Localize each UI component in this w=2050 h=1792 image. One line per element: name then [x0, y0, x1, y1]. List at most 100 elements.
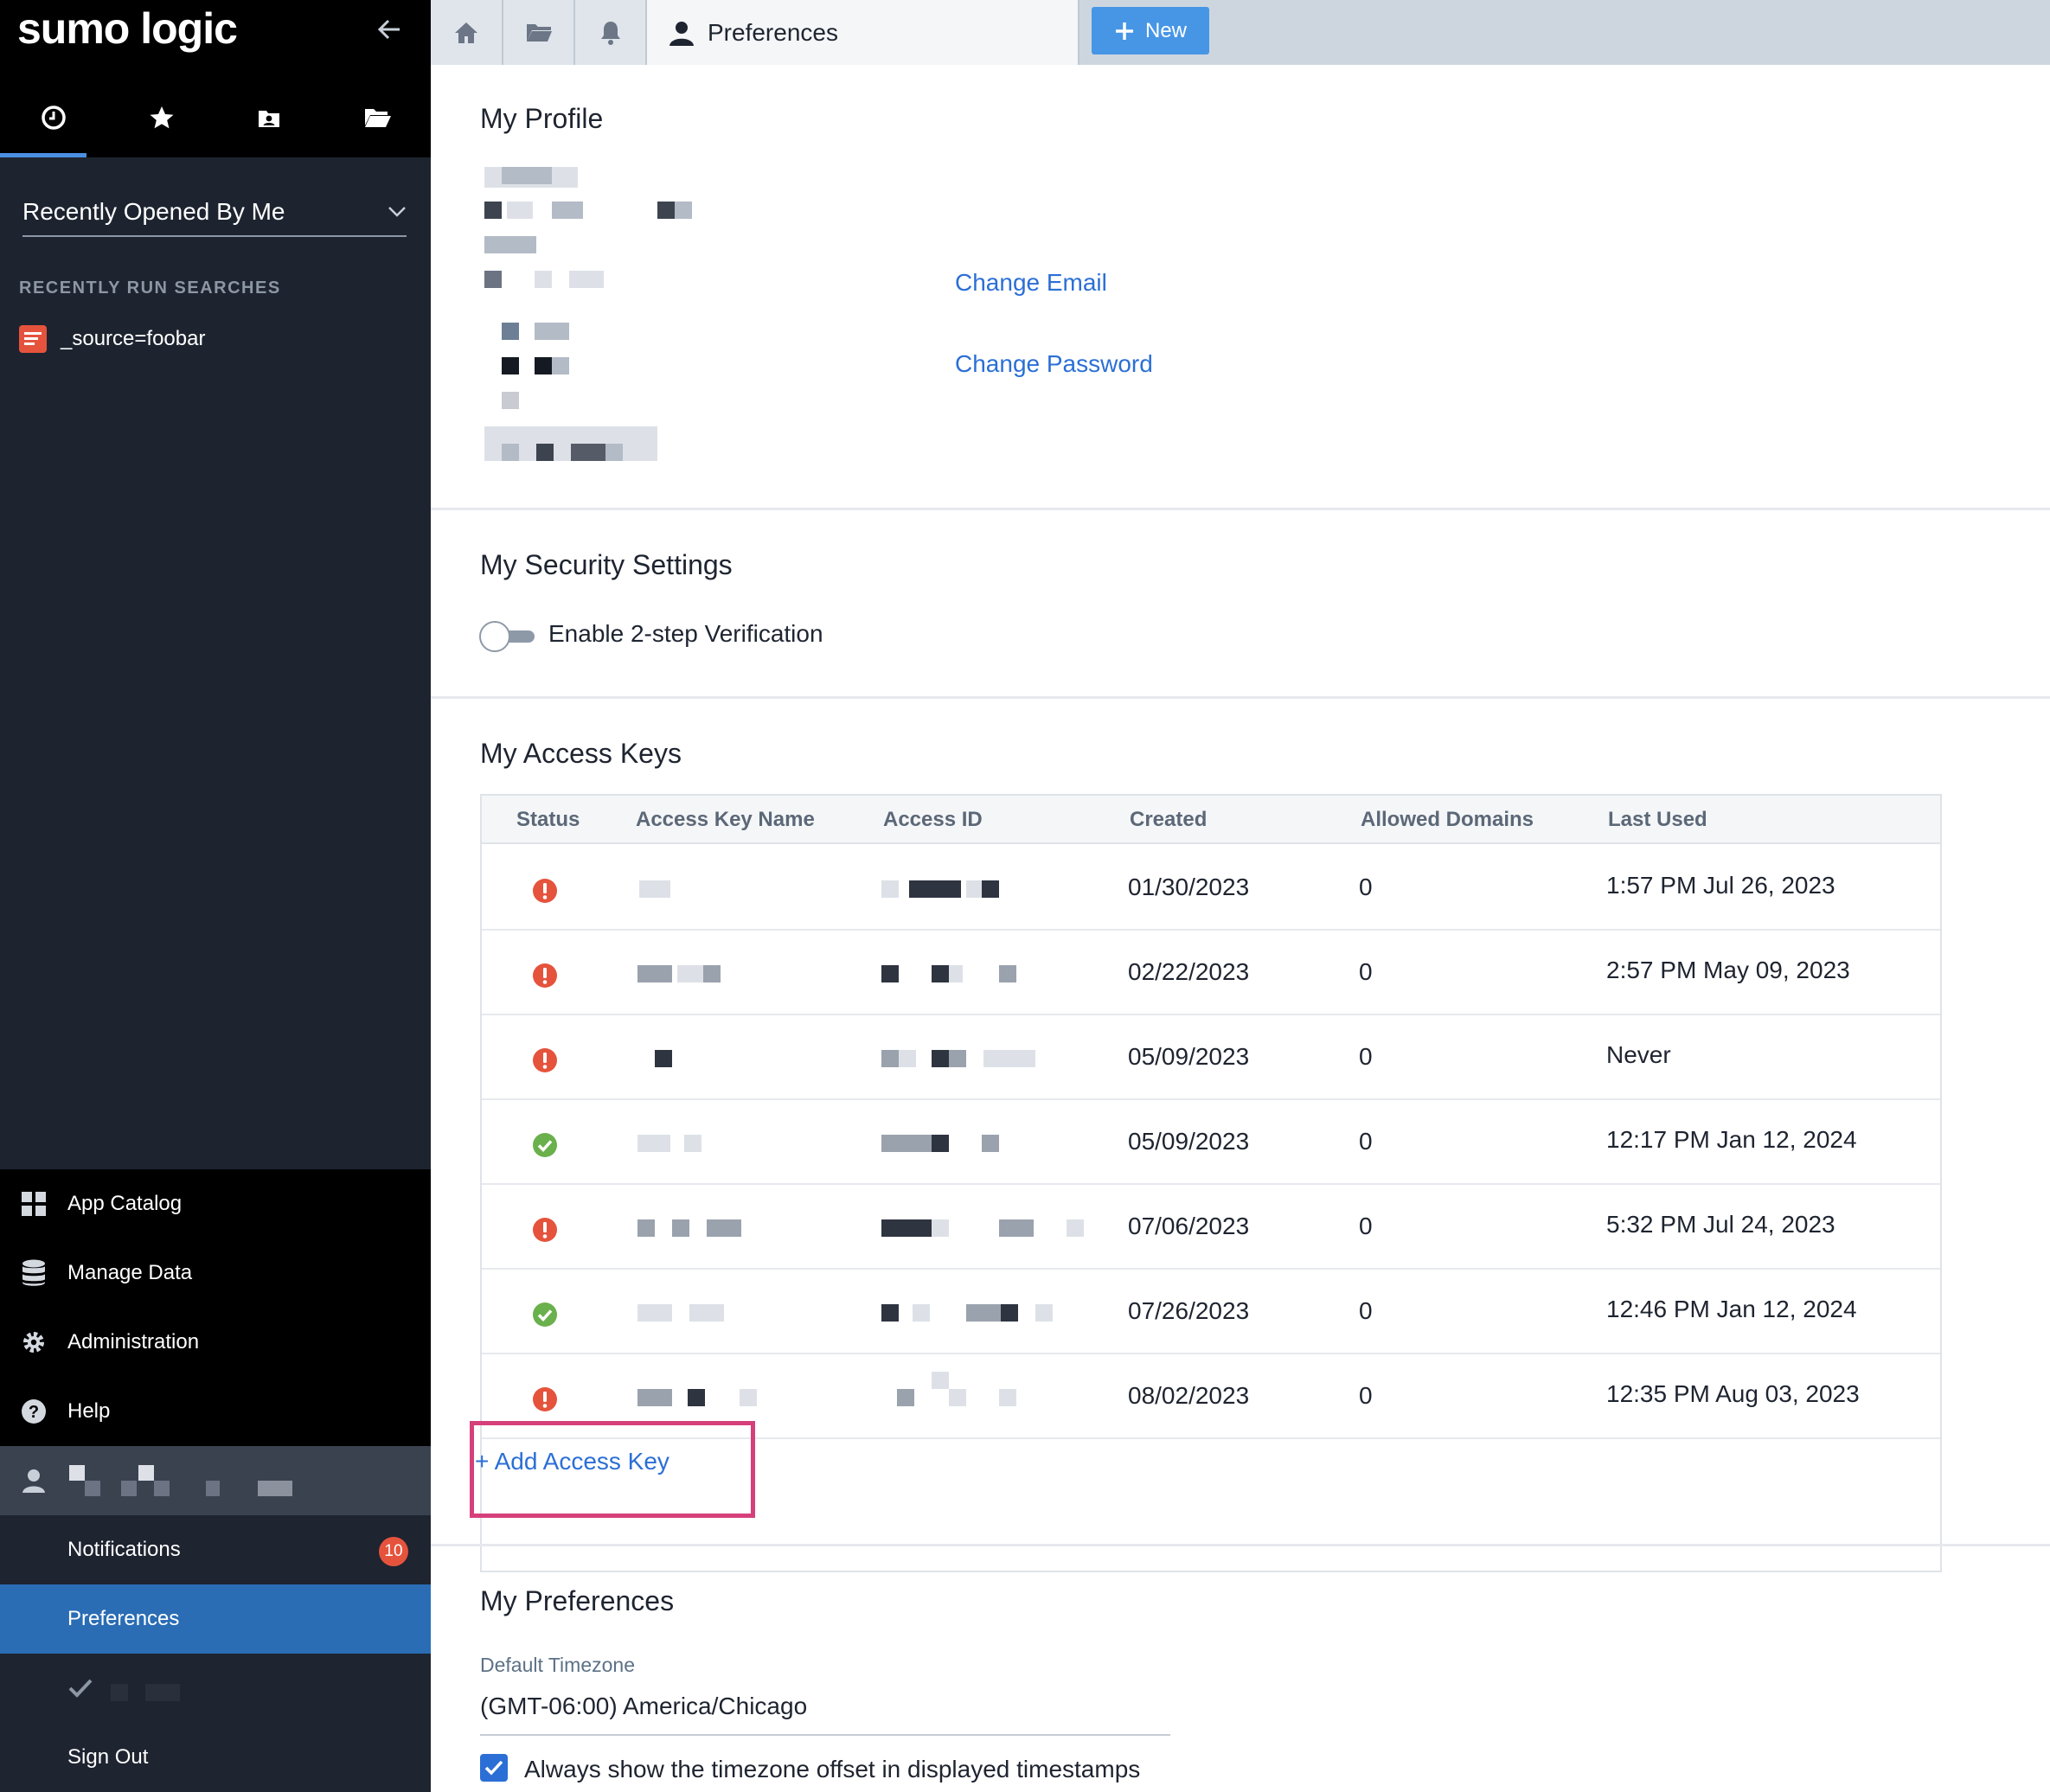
table-row[interactable]: 07/06/2023 0 5:32 PM Jul 24, 2023	[482, 1185, 1940, 1270]
nav-app-catalog[interactable]: App Catalog	[0, 1169, 431, 1238]
table-row[interactable]: 07/26/2023 0 12:46 PM Jan 12, 2024	[482, 1270, 1940, 1354]
folder-icon	[526, 23, 552, 42]
last-used-cell: 12:17 PM Jan 12, 2024	[1606, 1126, 1857, 1153]
sidebar-tab-library[interactable]	[324, 78, 432, 157]
nav-notifications-label: Notifications	[67, 1538, 181, 1561]
folder-open-icon	[364, 109, 391, 127]
chevron-down-icon	[388, 207, 406, 217]
allowed-domains-cell: 0	[1359, 1043, 1373, 1070]
created-cell: 05/09/2023	[1128, 1043, 1250, 1070]
recent-filter-dropdown[interactable]: Recently Opened By Me	[22, 189, 407, 237]
star-icon	[150, 106, 174, 129]
error-status-icon	[533, 879, 557, 903]
nav-preferences[interactable]: Preferences	[0, 1584, 431, 1654]
column-access-key-name[interactable]: Access Key Name	[636, 808, 815, 832]
column-allowed-domains[interactable]: Allowed Domains	[1361, 808, 1534, 832]
tab-alerts[interactable]	[575, 0, 647, 65]
table-row[interactable]: 02/22/2023 0 2:57 PM May 09, 2023	[482, 931, 1940, 1015]
search-doc-icon	[19, 325, 47, 353]
ok-status-icon	[533, 1133, 557, 1157]
error-status-icon	[533, 1387, 557, 1411]
nav-notifications[interactable]: Notifications 10	[0, 1515, 431, 1584]
my-preferences-title: My Preferences	[480, 1585, 675, 1616]
last-used-cell: 12:35 PM Aug 03, 2023	[1606, 1380, 1860, 1407]
error-status-icon	[533, 963, 557, 988]
created-cell: 01/30/2023	[1128, 874, 1250, 900]
check-icon	[484, 1760, 503, 1776]
column-created[interactable]: Created	[1130, 808, 1207, 832]
tab-preferences-label: Preferences	[708, 18, 838, 46]
user-account-row[interactable]	[0, 1446, 431, 1515]
top-tab-bar: Preferences New	[431, 0, 2050, 65]
grid-icon	[22, 1192, 46, 1216]
recent-searches-heading: RECENTLY RUN SEARCHES	[19, 278, 281, 298]
allowed-domains-cell: 0	[1359, 1297, 1373, 1324]
collapse-sidebar-button[interactable]	[370, 10, 408, 48]
database-icon	[22, 1259, 45, 1286]
recent-search-label: _source=foobar	[61, 327, 206, 350]
allowed-domains-cell: 0	[1359, 1213, 1373, 1239]
tab-home[interactable]	[431, 0, 503, 65]
sidebar-tabs	[0, 78, 431, 157]
add-access-key-button[interactable]: + Add Access Key	[475, 1448, 669, 1475]
section-divider	[431, 696, 2050, 699]
nav-administration-label: Administration	[67, 1330, 200, 1354]
sidebar-bottom-nav: App Catalog Manage Data Administration ?…	[0, 1169, 431, 1792]
last-used-cell: 12:46 PM Jan 12, 2024	[1606, 1296, 1857, 1322]
nav-sign-out-label: Sign Out	[67, 1745, 149, 1769]
nav-status-item[interactable]	[0, 1654, 431, 1723]
nav-manage-data[interactable]: Manage Data	[0, 1238, 431, 1308]
sidebar-tab-personal[interactable]	[215, 78, 324, 157]
last-used-cell: Never	[1606, 1041, 1671, 1068]
help-icon: ?	[22, 1399, 46, 1424]
change-password-link[interactable]: Change Password	[955, 350, 1153, 378]
sumo-logic-logo: sumo logic	[17, 4, 238, 53]
nav-administration[interactable]: Administration	[0, 1308, 431, 1377]
last-used-cell: 5:32 PM Jul 24, 2023	[1606, 1211, 1835, 1238]
table-row[interactable]: 01/30/2023 0 1:57 PM Jul 26, 2023	[482, 846, 1940, 931]
tab-preferences[interactable]: Preferences	[647, 0, 1079, 65]
notification-count-badge: 10	[379, 1537, 408, 1566]
nav-help[interactable]: ? Help	[0, 1377, 431, 1446]
nav-help-label: Help	[67, 1399, 111, 1423]
tab-library[interactable]	[503, 0, 575, 65]
new-button[interactable]: New	[1092, 7, 1209, 54]
column-status[interactable]: Status	[516, 808, 580, 832]
nav-manage-data-label: Manage Data	[67, 1261, 193, 1284]
error-status-icon	[533, 1048, 557, 1072]
column-access-id[interactable]: Access ID	[883, 808, 983, 832]
default-timezone-select[interactable]: (GMT-06:00) America/Chicago	[480, 1693, 1170, 1736]
last-used-cell: 2:57 PM May 09, 2023	[1606, 957, 1850, 983]
redacted-username	[67, 1463, 327, 1498]
column-last-used[interactable]: Last Used	[1608, 808, 1707, 832]
section-divider	[431, 508, 2050, 510]
my-access-keys-title: My Access Keys	[480, 738, 682, 769]
svg-text:?: ?	[29, 1403, 39, 1422]
allowed-domains-cell: 0	[1359, 1128, 1373, 1155]
table-row[interactable]: 05/09/2023 0 Never	[482, 1015, 1940, 1100]
timezone-offset-checkbox[interactable]	[480, 1754, 508, 1782]
error-status-icon	[533, 1218, 557, 1242]
nav-sign-out[interactable]: Sign Out	[0, 1723, 431, 1792]
created-cell: 07/26/2023	[1128, 1297, 1250, 1324]
ok-status-icon	[533, 1302, 557, 1327]
sidebar-tab-favorites[interactable]	[108, 78, 216, 157]
recent-filter-label: Recently Opened By Me	[22, 198, 285, 225]
two-step-verification-toggle[interactable]	[479, 621, 535, 652]
gear-icon	[23, 1332, 44, 1353]
user-icon	[669, 21, 694, 46]
contacts-icon	[259, 111, 280, 127]
my-security-settings-title: My Security Settings	[480, 549, 733, 580]
allowed-domains-cell: 0	[1359, 874, 1373, 900]
table-row[interactable]: 05/09/2023 0 12:17 PM Jan 12, 2024	[482, 1100, 1940, 1185]
my-profile-title: My Profile	[480, 103, 604, 134]
preferences-page: My Profile Change Email Change Password …	[431, 65, 2050, 1792]
sidebar-tab-recent[interactable]	[0, 78, 108, 157]
sidebar-header: sumo logic	[0, 0, 431, 157]
sidebar: sumo logic Recently Opened By Me RECENTL…	[0, 0, 431, 1792]
change-email-link[interactable]: Change Email	[955, 269, 1107, 297]
bell-icon	[600, 21, 620, 45]
recent-search-item[interactable]: _source=foobar	[19, 325, 205, 353]
nav-app-catalog-label: App Catalog	[67, 1192, 183, 1215]
section-divider	[431, 1544, 2050, 1546]
